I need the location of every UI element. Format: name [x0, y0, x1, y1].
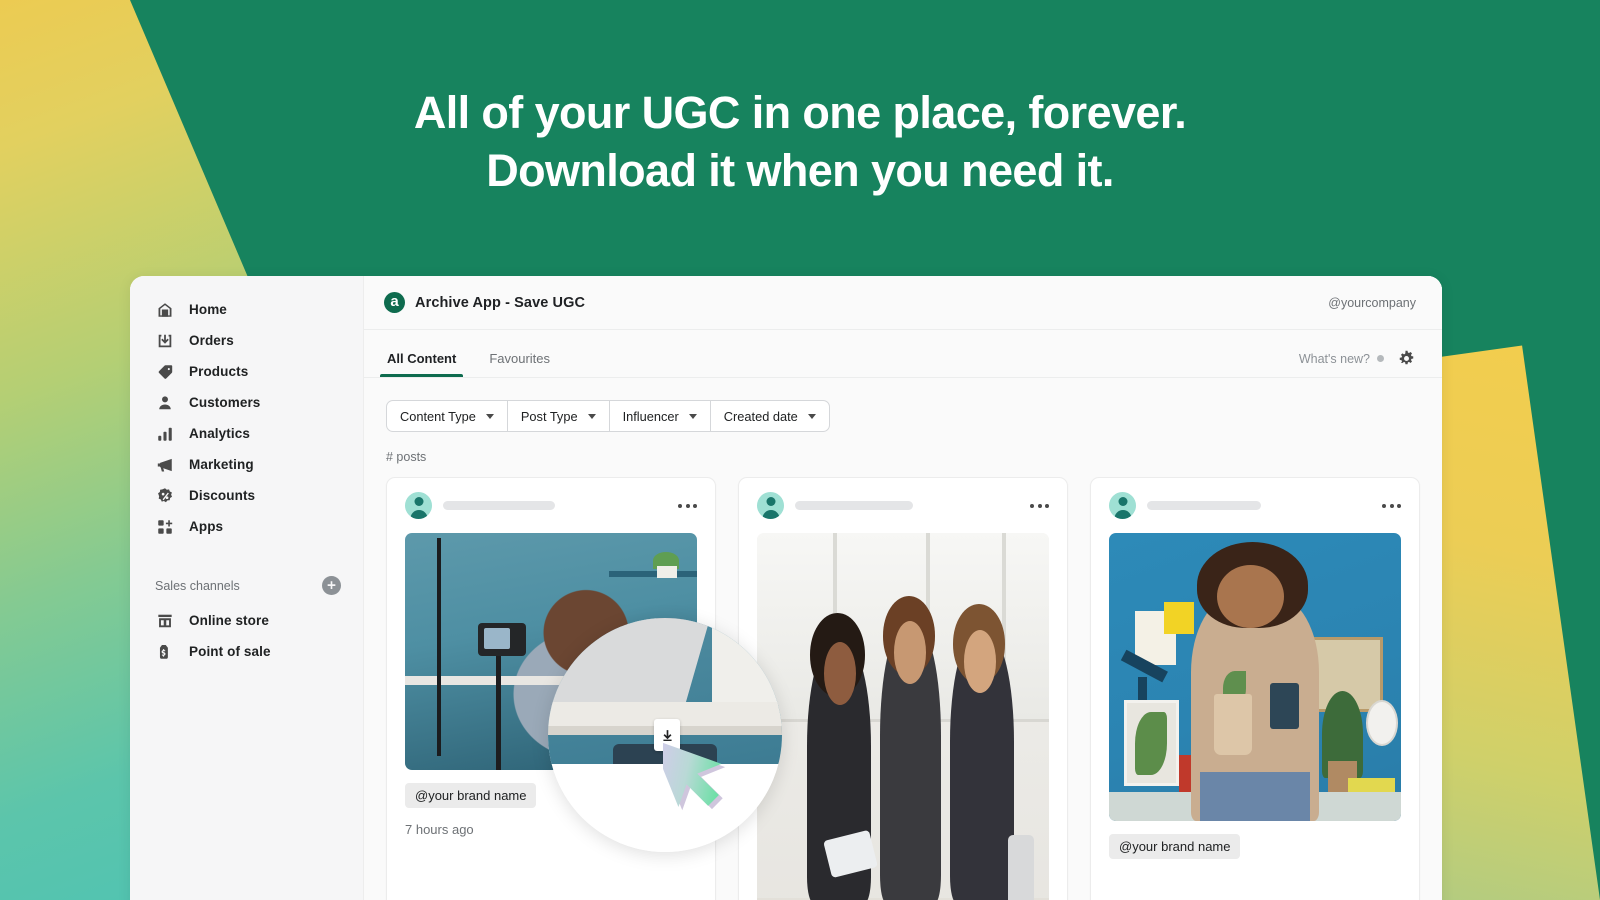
filter-label: Content Type [400, 408, 476, 424]
filter-influencer[interactable]: Influencer [608, 400, 711, 432]
main-panel: a Archive App - Save UGC @yourcompany Al… [364, 276, 1442, 900]
gear-icon[interactable] [1397, 349, 1416, 368]
admin-window: Home Orders Products Customers Analytics… [130, 276, 1442, 900]
app-title: Archive App - Save UGC [415, 294, 586, 311]
sidebar: Home Orders Products Customers Analytics… [130, 276, 364, 900]
sidebar-section-title: Sales channels [155, 578, 240, 593]
chevron-down-icon [807, 413, 816, 419]
hero-headline: All of your UGC in one place, forever. D… [0, 84, 1600, 199]
hero-line-2: Download it when you need it. [486, 144, 1114, 196]
account-handle: @yourcompany [1328, 295, 1416, 310]
chevron-down-icon [587, 413, 596, 419]
card-header [1109, 492, 1401, 519]
discount-icon [155, 486, 175, 506]
chevron-down-icon [485, 413, 494, 419]
megaphone-icon [155, 455, 175, 475]
posts-count: # posts [386, 450, 427, 464]
whats-new-label: What's new? [1298, 351, 1370, 366]
app-header: a Archive App - Save UGC @yourcompany [364, 276, 1442, 330]
sidebar-item-apps[interactable]: Apps [138, 511, 355, 542]
chevron-down-icon [688, 413, 697, 419]
content-card[interactable] [738, 477, 1068, 900]
filter-bar: Content Type Post Type Influencer Create… [386, 400, 1420, 432]
tabs-bar-actions: What's new? [1299, 349, 1416, 377]
sidebar-item-label: Customers [189, 395, 261, 410]
whats-new-link[interactable]: What's new? [1299, 352, 1384, 366]
screenshot-root: All of your UGC in one place, forever. D… [0, 0, 1600, 900]
sidebar-item-label: Marketing [189, 457, 254, 472]
more-options-icon[interactable] [1030, 503, 1049, 508]
post-image [1109, 533, 1401, 821]
avatar-icon [405, 492, 432, 519]
filter-content-type[interactable]: Content Type [386, 400, 508, 432]
filter-post-type[interactable]: Post Type [506, 400, 610, 432]
sidebar-item-label: Home [189, 302, 227, 317]
sidebar-item-label: Point of sale [189, 644, 271, 659]
sidebar-item-discounts[interactable]: Discounts [138, 480, 355, 511]
content-grid: @your brand name 7 hours ago @your brand… [386, 477, 1420, 900]
filter-created-date[interactable]: Created date [709, 400, 830, 432]
cursor-arrow-icon [663, 738, 726, 811]
avatar-icon [1109, 492, 1136, 519]
card-header [405, 492, 697, 519]
sidebar-item-customers[interactable]: Customers [138, 387, 355, 418]
sidebar-item-label: Products [189, 364, 249, 379]
brand-tag: @your brand name [405, 783, 537, 808]
name-placeholder [795, 501, 913, 510]
sidebar-item-label: Analytics [189, 426, 250, 441]
tab-favourites[interactable]: Favourites [486, 351, 553, 377]
sidebar-item-label: Apps [189, 519, 224, 534]
sidebar-item-label: Orders [189, 333, 234, 348]
sidebar-item-marketing[interactable]: Marketing [138, 449, 355, 480]
app-brand: a Archive App - Save UGC [384, 292, 585, 313]
plus-circle-icon[interactable] [322, 576, 341, 595]
sidebar-item-analytics[interactable]: Analytics [138, 418, 355, 449]
apps-icon [155, 517, 175, 537]
sidebar-item-label: Discounts [189, 488, 256, 503]
more-options-icon[interactable] [678, 503, 697, 508]
name-placeholder [1147, 501, 1261, 510]
archive-logo-icon: a [384, 292, 405, 313]
storefront-icon [155, 611, 175, 631]
card-header [757, 492, 1049, 519]
sidebar-section-header: Sales channels [155, 576, 341, 595]
filter-label: Influencer [622, 408, 679, 424]
sidebar-item-home[interactable]: Home [138, 294, 355, 325]
sidebar-item-orders[interactable]: Orders [138, 325, 355, 356]
hero-line-1: All of your UGC in one place, forever. [413, 87, 1187, 138]
orders-icon [155, 331, 175, 351]
card-media[interactable] [1109, 533, 1401, 821]
tab-all-content[interactable]: All Content [379, 351, 464, 377]
bar-chart-icon [155, 424, 175, 444]
person-icon [155, 393, 175, 413]
dot-badge-icon [1377, 355, 1384, 362]
name-placeholder [443, 501, 555, 510]
tabs-bar: All Content Favourites What's new? [364, 330, 1442, 378]
sidebar-item-label: Online store [189, 613, 269, 628]
post-image [757, 533, 1049, 900]
filter-label: Created date [723, 408, 798, 424]
more-options-icon[interactable] [1382, 503, 1401, 508]
brand-tag: @your brand name [1109, 834, 1241, 859]
point-of-sale-icon [155, 642, 175, 662]
sidebar-item-online-store[interactable]: Online store [138, 605, 355, 636]
tag-icon [155, 362, 175, 382]
home-icon [155, 300, 175, 320]
avatar-icon [757, 492, 784, 519]
content-area: Content Type Post Type Influencer Create… [364, 378, 1442, 900]
filter-label: Post Type [520, 408, 578, 424]
sidebar-item-products[interactable]: Products [138, 356, 355, 387]
sidebar-item-point-of-sale[interactable]: Point of sale [138, 636, 355, 667]
card-media[interactable] [757, 533, 1049, 900]
content-card[interactable]: @your brand name [1090, 477, 1420, 900]
